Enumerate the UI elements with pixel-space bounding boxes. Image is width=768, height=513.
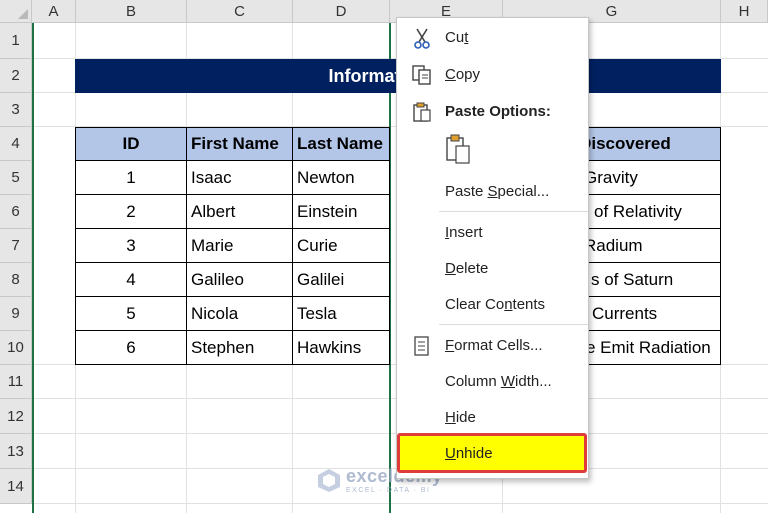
unhide-label-key: U [445,444,456,462]
menu-separator [439,324,588,325]
menu-item-column-width[interactable]: Column Width... [397,363,588,399]
cell-first-name[interactable]: Galileo [186,262,293,297]
copy-label-key: C [445,65,456,83]
menu-item-hide[interactable]: Hide [397,399,588,435]
spreadsheet: A B C D E G H 1 2 3 4 5 6 7 8 9 10 11 12… [0,0,768,513]
cell-id[interactable]: 3 [75,228,187,263]
row-header-3[interactable]: 3 [0,93,32,127]
column-header-a[interactable]: A [32,0,76,23]
unhide-label-post: nhide [455,444,493,462]
paste-special-label-key: S [487,182,498,200]
selection-border-left [32,23,34,513]
row-header-12[interactable]: 12 [0,399,32,434]
paste-option-button[interactable] [443,132,473,166]
cut-label-key: t [464,28,469,46]
delete-label-post: elete [455,259,489,277]
format-cells-icon [414,336,429,356]
menu-item-unhide[interactable]: Unhide [397,435,588,471]
clear-contents-label-post: tents [512,295,546,313]
watermark-tagline: EXCEL · DATA · BI [346,487,431,494]
cell-id[interactable]: 6 [75,330,187,365]
menu-item-cut[interactable]: Cut [397,19,588,55]
cut-label-pre: Cu [445,28,465,46]
column-width-label-pre: Column [445,372,501,390]
column-header-d[interactable]: D [293,0,390,23]
select-all-triangle-icon [18,9,28,19]
header-id[interactable]: ID [75,127,187,161]
cell-first-name[interactable]: Nicola [186,296,293,331]
menu-item-copy[interactable]: Copy [397,56,588,92]
menu-item-delete[interactable]: Delete [397,250,588,286]
row-header-8[interactable]: 8 [0,263,32,297]
menu-item-format-cells[interactable]: Format Cells... [397,327,588,363]
row-header-14[interactable]: 14 [0,469,32,504]
column-header-h[interactable]: H [721,0,768,23]
cell-last-name[interactable]: Curie [292,228,390,263]
cell-first-name[interactable]: Marie [186,228,293,263]
row-header-5[interactable]: 5 [0,161,32,195]
cell-id[interactable]: 5 [75,296,187,331]
row-header-13[interactable]: 13 [0,434,32,469]
insert-label-post: nsert [449,223,483,241]
format-cells-label-key: F [445,336,455,354]
cell-id[interactable]: 4 [75,262,187,297]
menu-separator [439,211,588,212]
cell-id[interactable]: 2 [75,194,187,229]
clear-contents-label-key: n [504,295,513,313]
paste-clipboard-icon [446,134,470,164]
select-all-corner[interactable] [0,0,32,23]
scissors-icon [414,28,430,49]
clear-contents-label-pre: Clear Co [445,295,505,313]
paste-special-label-pre: Paste [445,182,488,200]
cell-last-name[interactable]: Galilei [292,262,390,297]
cell-first-name[interactable]: Isaac [186,160,293,195]
cell-first-name[interactable]: Stephen [186,330,293,365]
row-header-2[interactable]: 2 [0,59,32,93]
context-menu: Cut Copy Paste Options: Paste Special...… [396,17,589,479]
hide-label-key: H [445,408,456,426]
delete-label-key: D [445,259,456,277]
cell-last-name[interactable]: Tesla [292,296,390,331]
row-header-7[interactable]: 7 [0,229,32,263]
row-header-1[interactable]: 1 [0,23,32,59]
copy-label-post: opy [455,65,481,83]
cell-last-name[interactable]: Hawkins [292,330,390,365]
column-width-label-post: idth... [515,372,552,390]
row-header-4[interactable]: 4 [0,127,32,161]
paste-special-label-post: pecial... [497,182,550,200]
cell-first-name[interactable]: Albert [186,194,293,229]
row-header-6[interactable]: 6 [0,195,32,229]
header-first-name[interactable]: First Name [186,127,293,161]
paste-options-label: Paste Options: [445,102,551,120]
column-header-c[interactable]: C [187,0,293,23]
cell-id[interactable]: 1 [75,160,187,195]
header-last-name[interactable]: Last Name [292,127,390,161]
column-header-b[interactable]: B [76,0,187,23]
cell-last-name[interactable]: Newton [292,160,390,195]
menu-item-clear-contents[interactable]: Clear Contents [397,286,588,322]
row-header-11[interactable]: 11 [0,365,32,399]
hide-label-post: ide [455,408,476,426]
exceldemy-logo-icon [318,469,340,492]
row-header-10[interactable]: 10 [0,331,32,365]
format-cells-label-post: ormat Cells... [454,336,543,354]
gridline [32,503,768,504]
menu-item-paste-special[interactable]: Paste Special... [397,173,588,209]
cell-last-name[interactable]: Einstein [292,194,390,229]
paste-icon [413,102,431,122]
copy-icon [412,65,431,85]
menu-item-paste-options: Paste Options: [397,93,588,129]
row-header-9[interactable]: 9 [0,297,32,331]
column-width-label-key: W [500,372,516,390]
menu-item-insert[interactable]: Insert [397,214,588,250]
